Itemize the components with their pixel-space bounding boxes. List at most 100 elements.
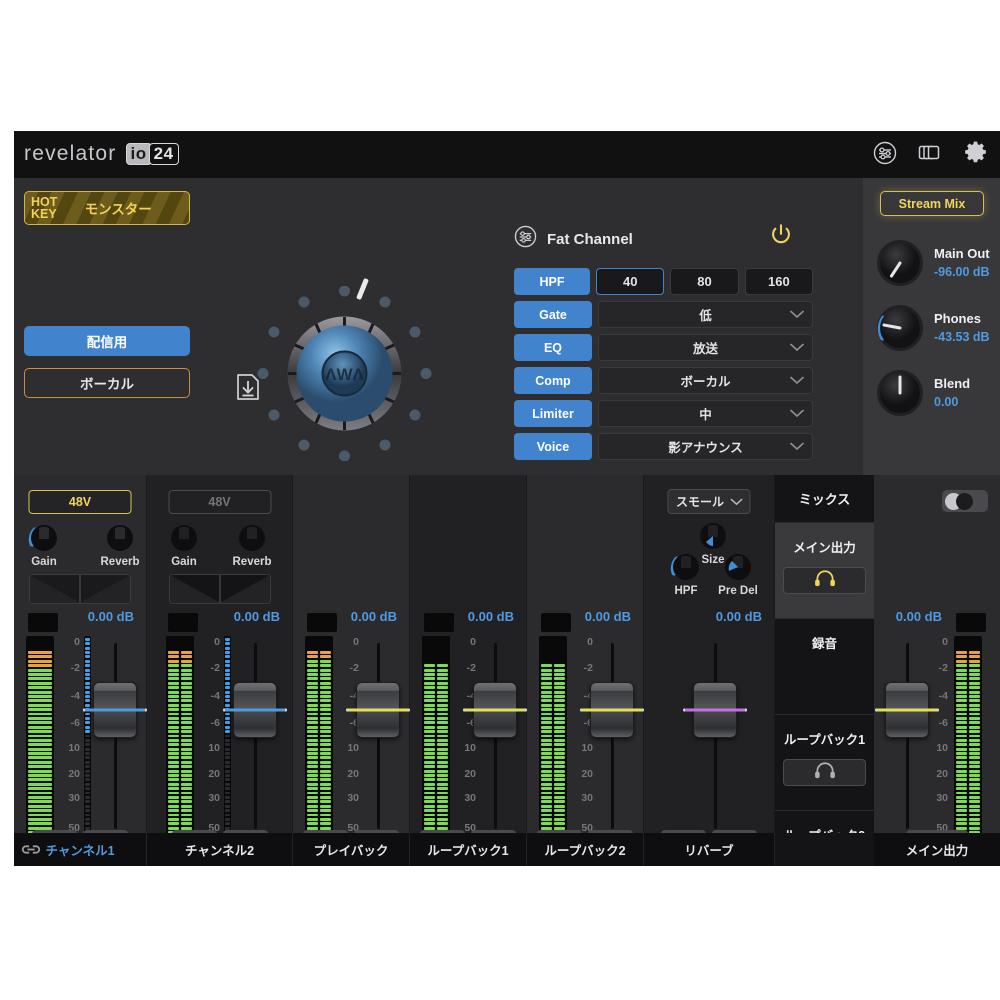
- hpf-option-160[interactable]: 160: [744, 268, 813, 295]
- main-out-name[interactable]: メイン出力: [874, 833, 1000, 866]
- hpf-knob-label: HPF: [674, 585, 698, 597]
- meter-tick: 10: [208, 742, 220, 755]
- meter-scale-4: 0 -2 -4 -6 10 20 30 50: [454, 636, 476, 836]
- channel-name-5[interactable]: ループバック2: [527, 833, 644, 866]
- pan-control-2[interactable]: [169, 574, 271, 604]
- meter-tick: -2: [349, 662, 359, 675]
- phantom-power-button-1[interactable]: 48V: [28, 490, 132, 514]
- main-out-knob-label: Main Out: [934, 246, 990, 261]
- mix-item-main-out-label: メイン出力: [793, 541, 856, 555]
- chevron-down-icon: [790, 407, 804, 421]
- blend-knob-label: Blend: [934, 376, 971, 391]
- toggle-knob-b: [956, 492, 973, 510]
- meter-scale-5: 0 -2 -4 -6 10 20 30 50: [571, 636, 593, 836]
- brand-logo: revelator io 24: [24, 142, 179, 166]
- clip-indicator-3: [307, 613, 337, 632]
- voice-toggle-button[interactable]: Voice: [514, 433, 592, 460]
- fat-channel-panel: Fat Channel HPF 40 80 160 Gate 低 EQ 放送 C…: [500, 178, 820, 475]
- meter-tick: 30: [208, 792, 220, 804]
- fader-cap-2[interactable]: [223, 682, 287, 738]
- mix-item-main-out[interactable]: メイン出力: [775, 522, 874, 618]
- meter-tick: -4: [938, 689, 948, 702]
- presets-copy-icon[interactable]: [917, 141, 943, 165]
- limiter-preset-select[interactable]: 中: [598, 400, 813, 427]
- channel-name-3[interactable]: プレイバック: [293, 833, 410, 866]
- channel-db-4: 0.00 dB: [467, 609, 514, 624]
- hpf-option-80[interactable]: 80: [670, 268, 739, 295]
- meter-tick: 20: [208, 767, 220, 780]
- phones-knob-group[interactable]: Phones -43.53 dB: [875, 303, 990, 353]
- settings-gear-icon[interactable]: [963, 140, 988, 165]
- channel-name-1[interactable]: チャンネル1: [14, 833, 147, 866]
- preset-button-1[interactable]: ボーカル: [24, 368, 190, 398]
- preset-knob-body: ΛWΛ: [287, 316, 402, 431]
- voice-preset-select[interactable]: 影アナウンス: [598, 433, 813, 460]
- blend-knob[interactable]: [875, 368, 925, 418]
- hpf-option-40[interactable]: 40: [596, 268, 665, 295]
- meter-scale-2: 0 -2 -4 -6 10 20 30 50: [198, 636, 220, 836]
- fat-channel-row-limiter: Limiter 中: [514, 400, 813, 427]
- pre-delay-knob[interactable]: [722, 551, 754, 588]
- channel-name-2[interactable]: チャンネル2: [147, 833, 293, 866]
- mix-item-loopback1[interactable]: ループバック1: [775, 714, 874, 810]
- fat-channel-icon[interactable]: [873, 141, 897, 165]
- channel-db-1: 0.00 dB: [87, 609, 134, 624]
- reverb-knob-2[interactable]: [236, 522, 268, 559]
- blend-knob-group[interactable]: Blend 0.00: [875, 368, 970, 418]
- gain-knob-label-2: Gain: [171, 556, 197, 568]
- channel-name-6[interactable]: リバーブ: [644, 833, 775, 866]
- eq-toggle-button[interactable]: EQ: [514, 334, 592, 361]
- channel-name-4[interactable]: ループバック1: [410, 833, 527, 866]
- fader-cap-5[interactable]: [580, 682, 644, 738]
- gain-knob-1[interactable]: [28, 522, 60, 559]
- hpf-toggle-button[interactable]: HPF: [514, 268, 591, 295]
- main-out-knob-value: -96.00 dB: [934, 265, 990, 279]
- fader-cap-6[interactable]: [683, 682, 747, 738]
- headphone-icon: [814, 761, 836, 784]
- fader-cap-4[interactable]: [463, 682, 527, 738]
- power-icon[interactable]: [768, 222, 794, 253]
- phantom-power-button-2[interactable]: 48V: [168, 490, 271, 514]
- level-meter-1: [26, 636, 54, 836]
- reverb-type-value: スモール: [675, 495, 724, 509]
- meter-tick: 0: [942, 636, 948, 648]
- fat-channel-row-gate: Gate 低: [514, 301, 813, 328]
- limiter-toggle-button[interactable]: Limiter: [514, 400, 592, 427]
- mix-item-main-out-headphone-button[interactable]: [783, 567, 866, 594]
- meter-tick: 30: [936, 792, 948, 804]
- gain-knob-2[interactable]: [168, 522, 200, 559]
- meter-tick: 10: [464, 742, 476, 755]
- pan-control-1[interactable]: [29, 574, 131, 604]
- hotkey-badge[interactable]: HOT KEY モンスター: [24, 191, 190, 225]
- gain-reduction-meter-2: [224, 636, 231, 836]
- fader-cap-1[interactable]: [83, 682, 147, 738]
- reverb-knob-1[interactable]: [104, 522, 136, 559]
- stereo-mono-toggle[interactable]: [942, 490, 988, 512]
- comp-preset-select[interactable]: ボーカル: [598, 367, 813, 394]
- gate-toggle-button[interactable]: Gate: [514, 301, 592, 328]
- main-out-db: 0.00 dB: [895, 609, 942, 624]
- preset-selector-knob[interactable]: ΛWΛ: [257, 277, 432, 461]
- meter-tick: 30: [68, 792, 80, 804]
- monitor-panel: Stream Mix Main Out -96.00 dB Phones -43…: [863, 178, 1000, 475]
- preset-button-0[interactable]: 配信用: [24, 326, 190, 356]
- meter-tick: 10: [68, 742, 80, 755]
- reverb-type-select[interactable]: スモール: [667, 489, 751, 514]
- main-out-knob[interactable]: [875, 238, 925, 288]
- phones-knob-label: Phones: [934, 311, 981, 326]
- main-out-knob-group[interactable]: Main Out -96.00 dB: [875, 238, 990, 288]
- mix-list-spacer: [775, 833, 874, 866]
- meter-tick: -6: [70, 716, 80, 729]
- mix-item-loopback1-headphone-button[interactable]: [783, 759, 866, 786]
- hpf-knob[interactable]: [670, 551, 702, 588]
- stream-mix-button[interactable]: Stream Mix: [880, 191, 984, 216]
- comp-toggle-button[interactable]: Comp: [514, 367, 592, 394]
- meter-tick: 30: [464, 792, 476, 804]
- eq-preset-select[interactable]: 放送: [598, 334, 813, 361]
- gate-preset-select[interactable]: 低: [598, 301, 813, 328]
- mix-item-recording[interactable]: 録音: [775, 618, 874, 714]
- channel-strip-2: 48V Gain Reverb 0.00 dB 0 -2 -4 -6 10 20…: [147, 475, 293, 866]
- phones-knob[interactable]: [875, 303, 925, 353]
- fader-cap-3[interactable]: [346, 682, 410, 738]
- main-out-fader-cap[interactable]: [875, 682, 939, 738]
